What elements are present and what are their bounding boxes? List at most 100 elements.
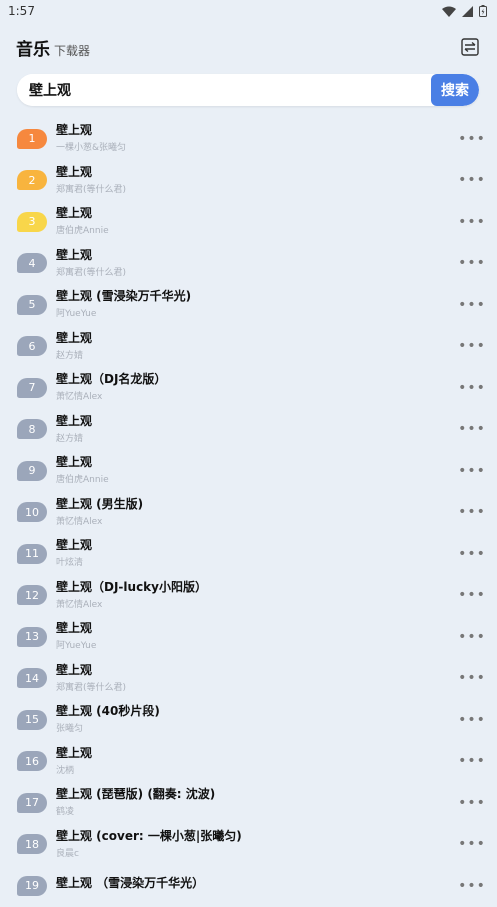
song-artist: 唐伯虎Annie (56, 226, 109, 237)
song-row[interactable]: 1 壁上观 一棵小葱&张曦匀 ••• (0, 118, 497, 160)
song-row[interactable]: 15 壁上观 (40秒片段) 张曦匀 ••• (0, 699, 497, 741)
more-options-button[interactable]: ••• (458, 463, 485, 479)
more-options-button[interactable]: ••• (458, 546, 485, 562)
song-row[interactable]: 11 壁上观 叶炫清 ••• (0, 533, 497, 575)
song-row[interactable]: 10 壁上观 (男生版) 萧忆情Alex ••• (0, 492, 497, 534)
swap-icon (461, 38, 479, 56)
search-input[interactable] (17, 74, 431, 106)
more-options-button[interactable]: ••• (458, 670, 485, 686)
song-info: 壁上观郑寓君(等什么君) (56, 663, 463, 694)
title-group: 音乐 下载器 (16, 35, 90, 60)
song-info: 壁上观 郑寓君(等什么君) (56, 248, 463, 279)
more-options-button[interactable]: ••• (458, 338, 485, 354)
rank-badge: 5 (17, 294, 47, 315)
song-info: 壁上观 唐伯虎Annie (56, 206, 463, 237)
song-row[interactable]: 12 壁上观（DJ-lucky小阳版） 萧忆情Alex ••• (0, 575, 497, 617)
song-title: 壁上观 (56, 330, 93, 345)
more-icon: ••• (458, 338, 486, 355)
song-row[interactable]: 4 壁上观 郑寓君(等什么君) ••• (0, 243, 497, 285)
more-options-button[interactable]: ••• (458, 795, 485, 811)
search-button[interactable]: 搜索 (431, 74, 479, 106)
song-row[interactable]: 5 壁上观 (雪浸染万千华光) 阿YueYue ••• (0, 284, 497, 326)
song-info: 壁上观 (cover: 一棵小葱|张曦匀) 良晨c (56, 829, 463, 860)
song-row[interactable]: 14 壁上观 郑寓君(等什么君) ••• (0, 658, 497, 700)
song-row[interactable]: 18 壁上观 (cover: 一棵小葱|张曦匀) 良晨c ••• (0, 824, 497, 866)
rank-badge: 16 (17, 751, 47, 772)
more-options-button[interactable]: ••• (458, 629, 485, 645)
song-row[interactable]: 16 壁上观 沈柄 ••• (0, 741, 497, 783)
song-row[interactable]: 3 壁上观 唐伯虎Annie ••• (0, 201, 497, 243)
song-artist: 阿YueYue (56, 641, 97, 652)
app-title: 音乐 (16, 39, 50, 60)
more-options-button[interactable]: ••• (458, 255, 485, 271)
song-info: 壁上观 （雪浸染万千华光） (56, 876, 463, 895)
more-options-button[interactable]: ••• (458, 421, 485, 437)
song-title: 壁上观 (56, 455, 93, 470)
song-row[interactable]: 17 壁上观 (琵琶版) (翻奏: 沈波) 鹤凌 ••• (0, 782, 497, 824)
song-artist: 叶炫清 (56, 558, 84, 569)
song-artist: 萧忆情Alex (56, 599, 103, 610)
song-artist: 郑寓君(等什么君) (56, 682, 127, 693)
song-row[interactable]: 19 壁上观 （雪浸染万千华光） ••• (0, 865, 497, 907)
song-title: 壁上观 (男生版) (56, 496, 144, 511)
song-row[interactable]: 7 壁上观（DJ名龙版） 萧忆情Alex ••• (0, 367, 497, 409)
more-icon: ••• (458, 587, 486, 604)
status-time: 1:57 (8, 4, 35, 18)
rank-badge: 13 (17, 626, 47, 647)
song-row[interactable]: 6 壁上观 赵方婧 ••• (0, 326, 497, 368)
more-options-button[interactable]: ••• (458, 712, 485, 728)
song-info: 壁上观 叶炫清 (56, 538, 463, 569)
song-row[interactable]: 2 壁上观 郑寓君(等什么君) ••• (0, 160, 497, 202)
song-title: 壁上观 (56, 621, 93, 636)
rank-badge: 8 (17, 419, 47, 440)
more-options-button[interactable]: ••• (458, 172, 485, 188)
more-icon: ••• (458, 172, 486, 189)
rank-badge: 2 (17, 170, 47, 191)
song-artist: 赵方婧 (56, 350, 84, 361)
more-options-button[interactable]: ••• (458, 214, 485, 230)
song-info: 壁上观 唐伯虎Annie (56, 455, 463, 486)
more-icon: ••• (458, 753, 486, 770)
song-title: 壁上观 (56, 662, 93, 677)
more-icon: ••• (458, 628, 486, 645)
song-info: 壁上观 赵方婧 (56, 331, 463, 362)
song-list: 1 壁上观 一棵小葱&张曦匀 ••• 2 壁上观 郑寓君(等什么君) ••• 3 壁上观 唐伯虎An… (0, 118, 497, 907)
more-icon: ••• (458, 711, 486, 728)
more-icon: ••• (458, 836, 486, 853)
song-artist: 鹤凌 (56, 807, 75, 818)
song-title: 壁上观 (56, 123, 93, 138)
song-artist: 一棵小葱&张曦匀 (56, 143, 127, 154)
more-options-button[interactable]: ••• (458, 836, 485, 852)
status-bar: 1:57 (0, 0, 497, 22)
more-options-button[interactable]: ••• (458, 587, 485, 603)
more-options-button[interactable]: ••• (458, 878, 485, 894)
song-row[interactable]: 8 壁上观赵方婧 ••• (0, 409, 497, 451)
song-artist: 张曦匀 (56, 724, 84, 735)
more-icon: ••• (458, 462, 486, 479)
switch-button[interactable] (459, 36, 481, 58)
more-icon: ••• (458, 504, 486, 521)
rank-badge: 9 (17, 460, 47, 481)
rank-badge: 18 (17, 834, 47, 855)
more-options-button[interactable]: ••• (458, 753, 485, 769)
song-info: 壁上观阿YueYue (56, 621, 463, 652)
more-options-button[interactable]: ••• (458, 504, 485, 520)
song-info: 壁上观 (40秒片段) 张曦匀 (56, 704, 463, 735)
more-options-button[interactable]: ••• (458, 131, 485, 147)
more-icon: ••• (458, 255, 486, 272)
more-options-button[interactable]: ••• (458, 297, 485, 313)
rank-badge: 19 (17, 875, 47, 896)
status-icons (442, 5, 487, 17)
song-info: 壁上观一棵小葱&张曦匀 (56, 123, 463, 154)
more-options-button[interactable]: ••• (458, 380, 485, 396)
rank-badge: 12 (17, 585, 47, 606)
app-subtitle: 下载器 (54, 43, 91, 58)
song-row[interactable]: 13 壁上观 阿YueYue ••• (0, 616, 497, 658)
more-icon: ••• (458, 670, 486, 687)
rank-badge: 14 (17, 668, 47, 689)
song-row[interactable]: 9 壁上观 唐伯虎Annie ••• (0, 450, 497, 492)
song-title: 壁上观（DJ-lucky小阳版） (56, 579, 207, 594)
song-title: 壁上观 (56, 413, 93, 428)
song-artist: 郑寓君(等什么君) (56, 184, 127, 195)
song-artist: 赵方婧 (56, 433, 84, 444)
